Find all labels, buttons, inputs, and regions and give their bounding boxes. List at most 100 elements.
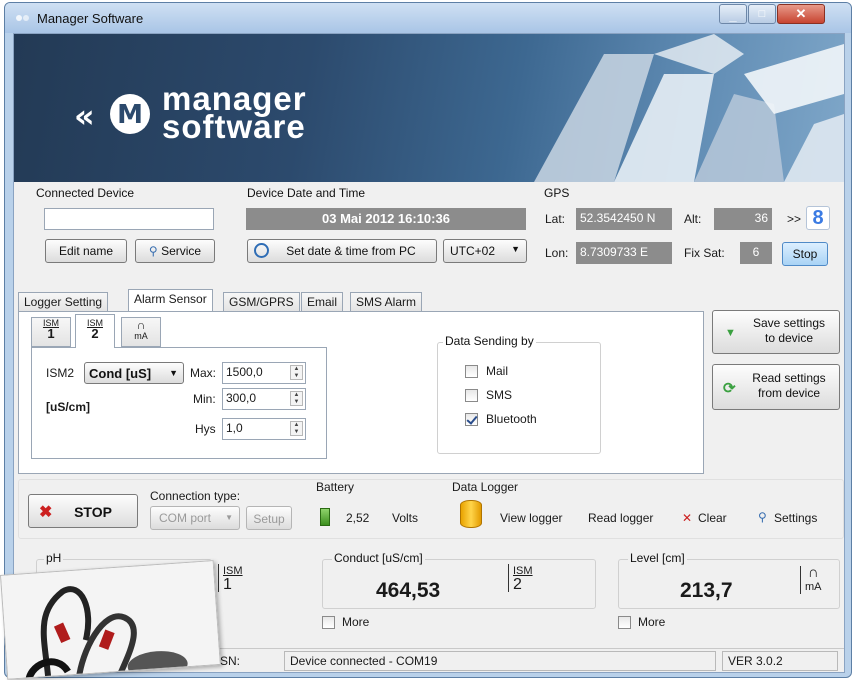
- maximize-button[interactable]: □: [748, 4, 776, 24]
- level-ma-badge: ∩ mA: [800, 564, 822, 594]
- logo-text-line2: software: [162, 108, 306, 145]
- window-title: Manager Software: [37, 11, 144, 26]
- device-time-label: Device Date and Time: [245, 186, 368, 200]
- alt-label: Alt:: [684, 212, 702, 226]
- sensor-select-value: Cond [uS]: [89, 366, 152, 381]
- device-name-field[interactable]: [44, 208, 214, 230]
- level-label: Level [cm]: [628, 551, 687, 565]
- gps-more-link[interactable]: >>: [787, 212, 801, 226]
- connection-type-select[interactable]: COM port ▼: [150, 506, 240, 530]
- conduct-ism-badge: ISM 2: [508, 564, 533, 593]
- lat-value: 52.3542450 N: [576, 208, 672, 230]
- alarm-sensor-panel: ISM 1 ISM 2 ∩ mA ISM2 Cond [uS] ▼ [uS/cm…: [18, 311, 704, 474]
- gps-stop-button[interactable]: Stop: [782, 242, 828, 266]
- ph-ism-num: 1: [223, 576, 232, 593]
- unit-label: [uS/cm]: [46, 400, 91, 414]
- conduct-value: 464,53: [376, 579, 441, 602]
- battery-unit: Volts: [392, 511, 419, 525]
- save-arrow-icon: ▼: [725, 327, 736, 339]
- set-datetime-button[interactable]: Set date & time from PC: [247, 239, 437, 263]
- sn-label: SN:: [220, 654, 241, 668]
- bluetooth-checkbox[interactable]: [465, 413, 478, 426]
- sms-label: SMS: [486, 388, 513, 402]
- chevron-down-icon: ▼: [511, 244, 520, 254]
- hys-label: Hys: [195, 422, 216, 436]
- min-spinner[interactable]: 300,0 ▲ ▼: [222, 388, 306, 410]
- fixsat-label: Fix Sat:: [684, 246, 725, 260]
- maximize-icon: □: [758, 8, 766, 20]
- svg-text:M: M: [117, 100, 143, 130]
- min-label: Min:: [193, 392, 216, 406]
- conduct-more-checkbox[interactable]: [322, 616, 335, 629]
- ph-label: pH: [44, 551, 64, 565]
- data-sending-label: Data Sending by: [443, 334, 536, 348]
- sensor-label: ISM2: [46, 366, 75, 380]
- settings-icon: ⚲: [758, 510, 767, 524]
- subtab-ism2[interactable]: ISM 2: [75, 314, 115, 348]
- sensor-cable-image: [1, 560, 221, 680]
- subtab-ma-icon: ∩: [136, 318, 146, 332]
- conduct-box: [322, 559, 596, 609]
- connected-device-label: Connected Device: [34, 186, 137, 200]
- tab-logger-setting[interactable]: Logger Setting: [18, 292, 109, 311]
- lon-label: Lon:: [545, 246, 569, 260]
- header-banner: « M manager software: [14, 34, 844, 182]
- refresh-icon: ⟳: [723, 380, 736, 397]
- hys-spinner[interactable]: 1,0 ▲ ▼: [222, 418, 306, 440]
- service-button-label: Service: [161, 244, 202, 258]
- minimize-button[interactable]: _: [719, 4, 747, 24]
- subtab-ism2-num: 2: [91, 326, 99, 341]
- max-value: 1500,0: [226, 365, 263, 379]
- timezone-value: UTC+02: [450, 244, 496, 258]
- google-maps-icon[interactable]: 8: [806, 206, 830, 230]
- mail-checkbox[interactable]: [465, 365, 478, 378]
- close-button[interactable]: ✕: [777, 4, 825, 24]
- ma-icon: ∩: [807, 564, 819, 581]
- alarm-settings-box: ISM2 Cond [uS] ▼ [uS/cm] Max: 1500,0 ▲ ▼ M…: [31, 347, 327, 459]
- lat-label: Lat:: [545, 212, 566, 226]
- level-more-checkbox[interactable]: [618, 616, 631, 629]
- battery-label: Battery: [316, 480, 355, 494]
- fixsat-value: 6: [740, 242, 772, 264]
- clear-x-icon: ✕: [682, 511, 693, 525]
- database-icon: [460, 500, 482, 528]
- service-button[interactable]: ⚲ Service: [135, 239, 215, 263]
- settings-link[interactable]: Settings: [774, 511, 817, 525]
- set-datetime-label: Set date & time from PC: [286, 244, 416, 258]
- view-logger-link[interactable]: View logger: [500, 511, 562, 525]
- read-settings-label: Read settings from device: [752, 371, 826, 400]
- sensor-select[interactable]: Cond [uS] ▼: [84, 362, 184, 384]
- stop-button[interactable]: ✖ STOP: [28, 494, 138, 528]
- hys-value: 1,0: [226, 421, 243, 435]
- connection-type-label: Connection type:: [150, 489, 241, 503]
- spinner-arrows-icon[interactable]: ▲ ▼: [290, 365, 303, 380]
- control-row: [18, 479, 844, 539]
- max-spinner[interactable]: 1500,0 ▲ ▼: [222, 362, 306, 384]
- status-message: Device connected - COM19: [284, 651, 716, 671]
- timezone-select[interactable]: UTC+02 ▼: [443, 239, 527, 263]
- tab-gsm-gprs[interactable]: GSM/GPRS: [223, 292, 300, 311]
- save-settings-button[interactable]: ▼ Save settings to device: [712, 310, 840, 354]
- chevron-down-icon: ▼: [169, 368, 178, 378]
- sensor-photo: [0, 560, 221, 680]
- spinner-arrows-icon[interactable]: ▲ ▼: [290, 391, 303, 406]
- spinner-arrows-icon[interactable]: ▲ ▼: [290, 421, 303, 436]
- min-value: 300,0: [226, 391, 257, 405]
- tab-email[interactable]: Email: [301, 292, 344, 311]
- stop-x-icon: ✖: [39, 504, 53, 521]
- tab-alarm-sensor[interactable]: Alarm Sensor: [128, 289, 213, 311]
- tab-sms-alarm[interactable]: SMS Alarm: [350, 292, 423, 311]
- subtab-ism1[interactable]: ISM 1: [31, 317, 71, 347]
- max-label: Max:: [190, 366, 217, 380]
- edit-name-button[interactable]: Edit name: [45, 239, 127, 263]
- read-settings-button[interactable]: ⟳ Read settings from device: [712, 364, 840, 410]
- sms-checkbox[interactable]: [465, 389, 478, 402]
- logo-icon: « M: [74, 94, 150, 135]
- subtab-ma[interactable]: ∩ mA: [121, 317, 161, 347]
- clear-link[interactable]: Clear: [698, 511, 727, 525]
- conduct-ism-num: 2: [513, 576, 522, 593]
- version-label: VER 3.0.2: [722, 651, 838, 671]
- setup-button[interactable]: Setup: [246, 506, 292, 530]
- read-logger-link[interactable]: Read logger: [588, 511, 653, 525]
- title-bar: Manager Software _ □ ✕: [5, 3, 851, 33]
